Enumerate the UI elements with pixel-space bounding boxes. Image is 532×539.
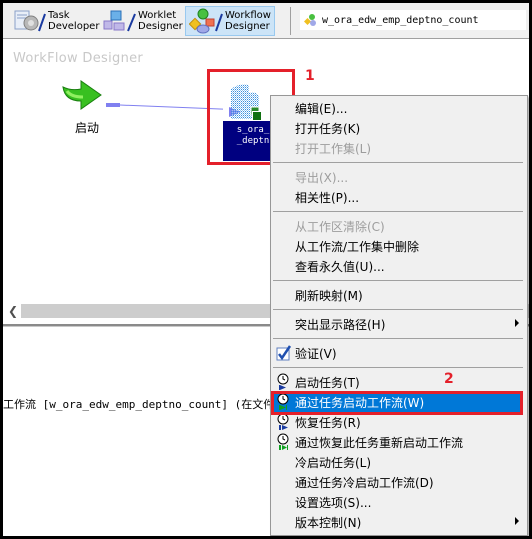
menu-item-label: 打开工作集(L) [295,141,372,156]
menu-item-label: 验证(V) [295,346,337,361]
menu-item-export[interactable]: 导出(X)... [273,167,523,187]
output-message: 工作流 [w_ora_edw_emp_deptno_count] (在文件夹 [3,398,286,411]
start-node[interactable] [61,79,105,115]
task-developer-label-1: Task [48,10,70,21]
menu-item-refresh-mapping[interactable]: 刷新映射(M) [273,285,523,305]
menu-item-label: 通过恢复此任务重新启动工作流 [295,435,464,450]
menu-item-open-task[interactable]: 打开任务(K) [273,118,523,138]
menu-item-label: 冷启动任务(L) [295,455,372,470]
menu-item-start-task[interactable]: 启动任务(T) [273,372,523,392]
worklet-designer-label-2: Designer [138,21,183,32]
task-developer-label-2: Developer [48,21,100,32]
worklet-designer-label-1: Worklet [138,10,177,21]
menu-item-label: 查看永久值(U)... [295,259,385,274]
workflow-name-field[interactable]: w_ora_edw_emp_deptno_count [300,10,526,30]
context-menu: 编辑(E)... 打开任务(K) 打开工作集(L) 导出(X)... 相关性(P… [270,95,528,536]
start-task-icon [277,373,289,390]
menu-separator [273,338,523,339]
workflow-designer-label-1: Workflow [225,10,271,21]
restart-workflow-recover-icon [277,433,289,450]
menu-separator [273,162,523,163]
menu-item-open-worklet[interactable]: 打开工作集(L) [273,138,523,158]
menu-item-label: 从工作流/工作集中删除 [295,239,420,254]
start-node-label: 启动 [75,121,100,135]
task-developer-icon [12,8,46,34]
recover-task-icon [277,413,289,430]
menu-item-label: 版本控制(N) [295,515,362,530]
annotation-highlight-2 [271,391,523,415]
canvas-title: WorkFlow Designer [13,51,144,66]
menu-item-label: 恢复任务(R) [295,415,361,430]
worklet-designer-button[interactable]: Worklet Designer [99,6,186,36]
menu-item-validate[interactable]: 验证(V) [273,343,523,363]
toolbar-separator [290,7,291,35]
validate-check-icon [276,345,292,361]
scroll-left-icon[interactable]: ❮ [5,303,21,319]
designer-toolbar: Task Developer Worklet Designer Workflow… [3,3,529,39]
annotation-marker-1: 1 [305,68,315,84]
menu-item-set-options[interactable]: 设置选项(S)... [273,492,523,512]
workflow-link[interactable] [103,101,223,115]
menu-item-highlight-path[interactable]: 突出显示路径(H) [273,314,523,334]
submenu-arrow-icon [515,319,519,327]
menu-item-label: 启动任务(T) [295,375,360,390]
workflow-designer-icon [188,8,223,34]
worklet-designer-icon [102,8,136,34]
menu-item-restart-workflow-by-recovering[interactable]: 通过恢复此任务重新启动工作流 [273,432,523,452]
workflow-name: w_ora_edw_emp_deptno_count [322,14,479,26]
menu-separator [273,280,523,281]
menu-item-label: 相关性(P)... [295,190,360,205]
menu-item-edit[interactable]: 编辑(E)... [273,98,523,118]
annotation-marker-2: 2 [444,371,454,387]
menu-separator [273,309,523,310]
menu-item-label: 通过任务冷启动工作流(D) [295,475,434,490]
menu-item-label: 从工作区清除(C) [295,219,385,234]
menu-separator [273,211,523,212]
menu-item-label: 突出显示路径(H) [295,317,386,332]
menu-item-cold-start-workflow-from-task[interactable]: 通过任务冷启动工作流(D) [273,472,523,492]
menu-item-view-persistent-values[interactable]: 查看永久值(U)... [273,256,523,276]
menu-item-label: 编辑(E)... [295,101,348,116]
menu-separator [273,367,523,368]
menu-item-dependencies[interactable]: 相关性(P)... [273,187,523,207]
menu-item-version-control[interactable]: 版本控制(N) [273,512,523,532]
start-arrow-icon [62,80,102,110]
workflow-designer-label-2: Designer [225,21,270,32]
menu-item-label: 刷新映射(M) [295,288,363,303]
task-developer-button[interactable]: Task Developer [9,6,102,36]
menu-item-cold-start-task[interactable]: 冷启动任务(L) [273,452,523,472]
workflow-icon [304,14,316,26]
workflow-designer-button[interactable]: Workflow Designer [185,6,275,36]
menu-item-label: 设置选项(S)... [295,495,372,510]
menu-item-delete-from-workflow[interactable]: 从工作流/工作集中删除 [273,236,523,256]
menu-item-label: 导出(X)... [295,170,349,185]
menu-item-recover-task[interactable]: 恢复任务(R) [273,412,523,432]
menu-item-label: 打开任务(K) [295,121,361,136]
submenu-arrow-icon [515,517,519,525]
menu-item-clear-workspace[interactable]: 从工作区清除(C) [273,216,523,236]
